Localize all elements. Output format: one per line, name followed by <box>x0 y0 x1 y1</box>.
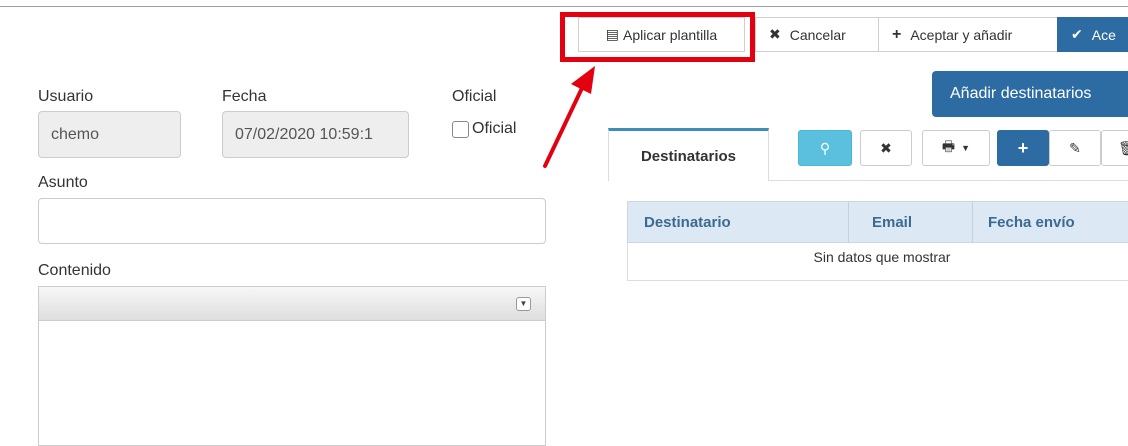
user-label: Usuario <box>38 88 94 105</box>
empty-table-message: Sin datos que mostrar <box>627 243 1128 281</box>
pencil-icon: ✎ <box>1069 139 1081 156</box>
official-checkbox-row[interactable]: Oficial <box>452 120 516 138</box>
print-dropdown-button[interactable]: 🖶 ▼ <box>922 130 990 166</box>
column-header-email[interactable]: Email <box>849 202 973 242</box>
trash-icon: 🗑 <box>1118 139 1128 156</box>
official-checkbox-label: Oficial <box>472 120 517 137</box>
user-field[interactable]: chemo <box>38 111 181 158</box>
cancel-button[interactable]: ✖ Cancelar <box>755 17 879 52</box>
official-checkbox[interactable] <box>452 120 469 138</box>
add-recipients-button[interactable]: Añadir destinatarios <box>932 71 1128 117</box>
date-label: Fecha <box>222 88 267 105</box>
plus-icon: + <box>892 25 902 43</box>
annotation-arrow <box>543 66 595 168</box>
delete-row-button[interactable]: 🗑 <box>1101 130 1128 166</box>
table-header: Destinatario Email Fecha envío <box>627 201 1128 243</box>
recipients-table: Destinatario Email Fecha envío Sin datos… <box>627 201 1128 281</box>
search-button[interactable]: ⚲ <box>798 130 852 166</box>
check-icon: ✔ <box>1071 26 1083 42</box>
edit-row-button[interactable]: ✎ <box>1049 130 1101 166</box>
print-icon: 🖶 <box>941 138 956 154</box>
accept-button[interactable]: ✔ Ace <box>1057 17 1128 52</box>
date-field[interactable]: 07/02/2020 10:59:1 <box>222 111 409 158</box>
accept-and-add-button[interactable]: + Aceptar y añadir <box>878 17 1058 52</box>
official-label: Oficial <box>452 88 497 105</box>
editor-toolbar: ▼ <box>39 287 545 321</box>
clear-button[interactable]: ✖ <box>860 130 912 166</box>
close-icon: ✖ <box>769 26 781 42</box>
tab-recipients[interactable]: Destinatarios <box>608 128 769 181</box>
column-header-sent-date[interactable]: Fecha envío <box>973 202 1128 242</box>
content-label: Contenido <box>38 262 111 279</box>
cancel-label: Cancelar <box>789 26 846 43</box>
close-icon: ✖ <box>880 139 892 156</box>
search-icon: ⚲ <box>819 139 831 156</box>
accept-and-add-label: Aceptar y añadir <box>910 26 1013 43</box>
column-header-recipient[interactable]: Destinatario <box>628 202 849 242</box>
caret-down-icon: ▼ <box>961 143 971 153</box>
subject-label: Asunto <box>38 174 88 191</box>
annotation-highlight-box <box>560 12 755 62</box>
chevron-down-icon[interactable]: ▼ <box>516 297 531 311</box>
window-top-border <box>0 6 1128 7</box>
accept-label: Ace <box>1091 26 1116 43</box>
content-editor[interactable]: ▼ <box>38 286 546 446</box>
plus-icon: + <box>1017 137 1029 158</box>
add-row-button[interactable]: + <box>997 130 1049 166</box>
tab-underline <box>769 180 1128 181</box>
subject-input[interactable] <box>38 198 546 244</box>
